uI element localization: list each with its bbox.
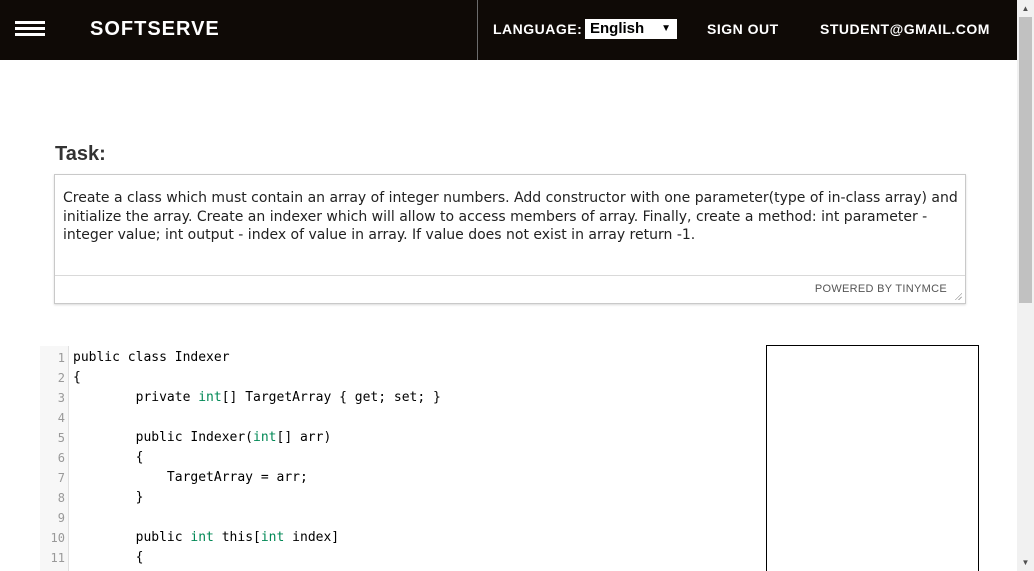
code-line[interactable]: 11 {: [40, 548, 760, 568]
scrollbar-thumb[interactable]: [1019, 17, 1032, 303]
line-code[interactable]: public int this[int index]: [73, 528, 340, 548]
code-editor[interactable]: 1 public class Indexer 2{3 private int[] T…: [40, 346, 760, 571]
line-number: 3: [57, 391, 65, 405]
editor-status-bar: POWERED BY TINYMCE: [55, 275, 965, 303]
line-number: 9: [57, 511, 65, 525]
code-line[interactable]: 4: [40, 408, 760, 428]
line-code[interactable]: TargetArray = arr;: [73, 468, 308, 488]
header-divider: [477, 0, 478, 60]
line-number: 5: [57, 431, 65, 445]
line-number: 10: [50, 531, 65, 545]
language-label: LANGUAGE:: [493, 21, 583, 37]
keyword-token: int: [253, 430, 277, 445]
vertical-scrollbar[interactable]: ▲ ▼: [1017, 0, 1034, 571]
line-code[interactable]: {: [73, 368, 81, 388]
line-number: 1: [57, 351, 65, 365]
language-select-value: English: [590, 20, 645, 37]
code-line[interactable]: 6 {: [40, 448, 760, 468]
line-number: 6: [57, 451, 65, 465]
code-line[interactable]: 9: [40, 508, 760, 528]
line-number: 2: [57, 371, 65, 385]
page: SOFTSERVE LANGUAGE: English ▼ SIGN OUT S…: [0, 0, 1034, 571]
scroll-down-arrow-icon[interactable]: ▼: [1017, 554, 1034, 571]
line-code[interactable]: {: [73, 548, 144, 568]
keyword-token: int: [198, 390, 222, 405]
resize-grip-icon[interactable]: [954, 292, 962, 300]
line-code[interactable]: private int[] TargetArray { get; set; }: [73, 388, 441, 408]
code-line[interactable]: 7 TargetArray = arr;: [40, 468, 760, 488]
language-select[interactable]: English ▼: [585, 19, 677, 39]
sign-out-link[interactable]: SIGN OUT: [707, 21, 779, 37]
task-description[interactable]: Create a class which must contain an arr…: [63, 189, 959, 245]
brand-logo[interactable]: SOFTSERVE: [90, 18, 220, 41]
line-number: 4: [57, 411, 65, 425]
powered-by-label[interactable]: POWERED BY TINYMCE: [815, 283, 947, 295]
scroll-up-arrow-icon[interactable]: ▲: [1017, 0, 1034, 17]
code-line[interactable]: 8 }: [40, 488, 760, 508]
user-email-link[interactable]: STUDENT@GMAIL.COM: [820, 21, 990, 37]
task-rich-text-editor[interactable]: Create a class which must contain an arr…: [54, 174, 966, 304]
keyword-token: int: [190, 530, 214, 545]
code-line[interactable]: 3 private int[] TargetArray { get; set; …: [40, 388, 760, 408]
top-header: SOFTSERVE LANGUAGE: English ▼ SIGN OUT S…: [0, 0, 1017, 60]
line-code[interactable]: public Indexer(int[] arr): [73, 428, 332, 448]
code-line[interactable]: 1 public class Indexer: [40, 348, 760, 368]
line-code[interactable]: {: [73, 448, 144, 468]
code-line[interactable]: 10 public int this[int index]: [40, 528, 760, 548]
line-number: 8: [57, 491, 65, 505]
task-title: Task:: [55, 143, 106, 165]
line-number: 7: [57, 471, 65, 485]
keyword-token: int: [260, 530, 285, 545]
line-code[interactable]: public class Indexer: [73, 348, 230, 368]
hamburger-menu-icon[interactable]: [15, 21, 45, 37]
dropdown-arrow-icon: ▼: [661, 23, 671, 34]
output-panel: [766, 345, 979, 571]
code-line[interactable]: 5 public Indexer(int[] arr): [40, 428, 760, 448]
line-code[interactable]: }: [73, 488, 144, 508]
line-number: 11: [50, 551, 65, 565]
code-line[interactable]: 2{: [40, 368, 760, 388]
